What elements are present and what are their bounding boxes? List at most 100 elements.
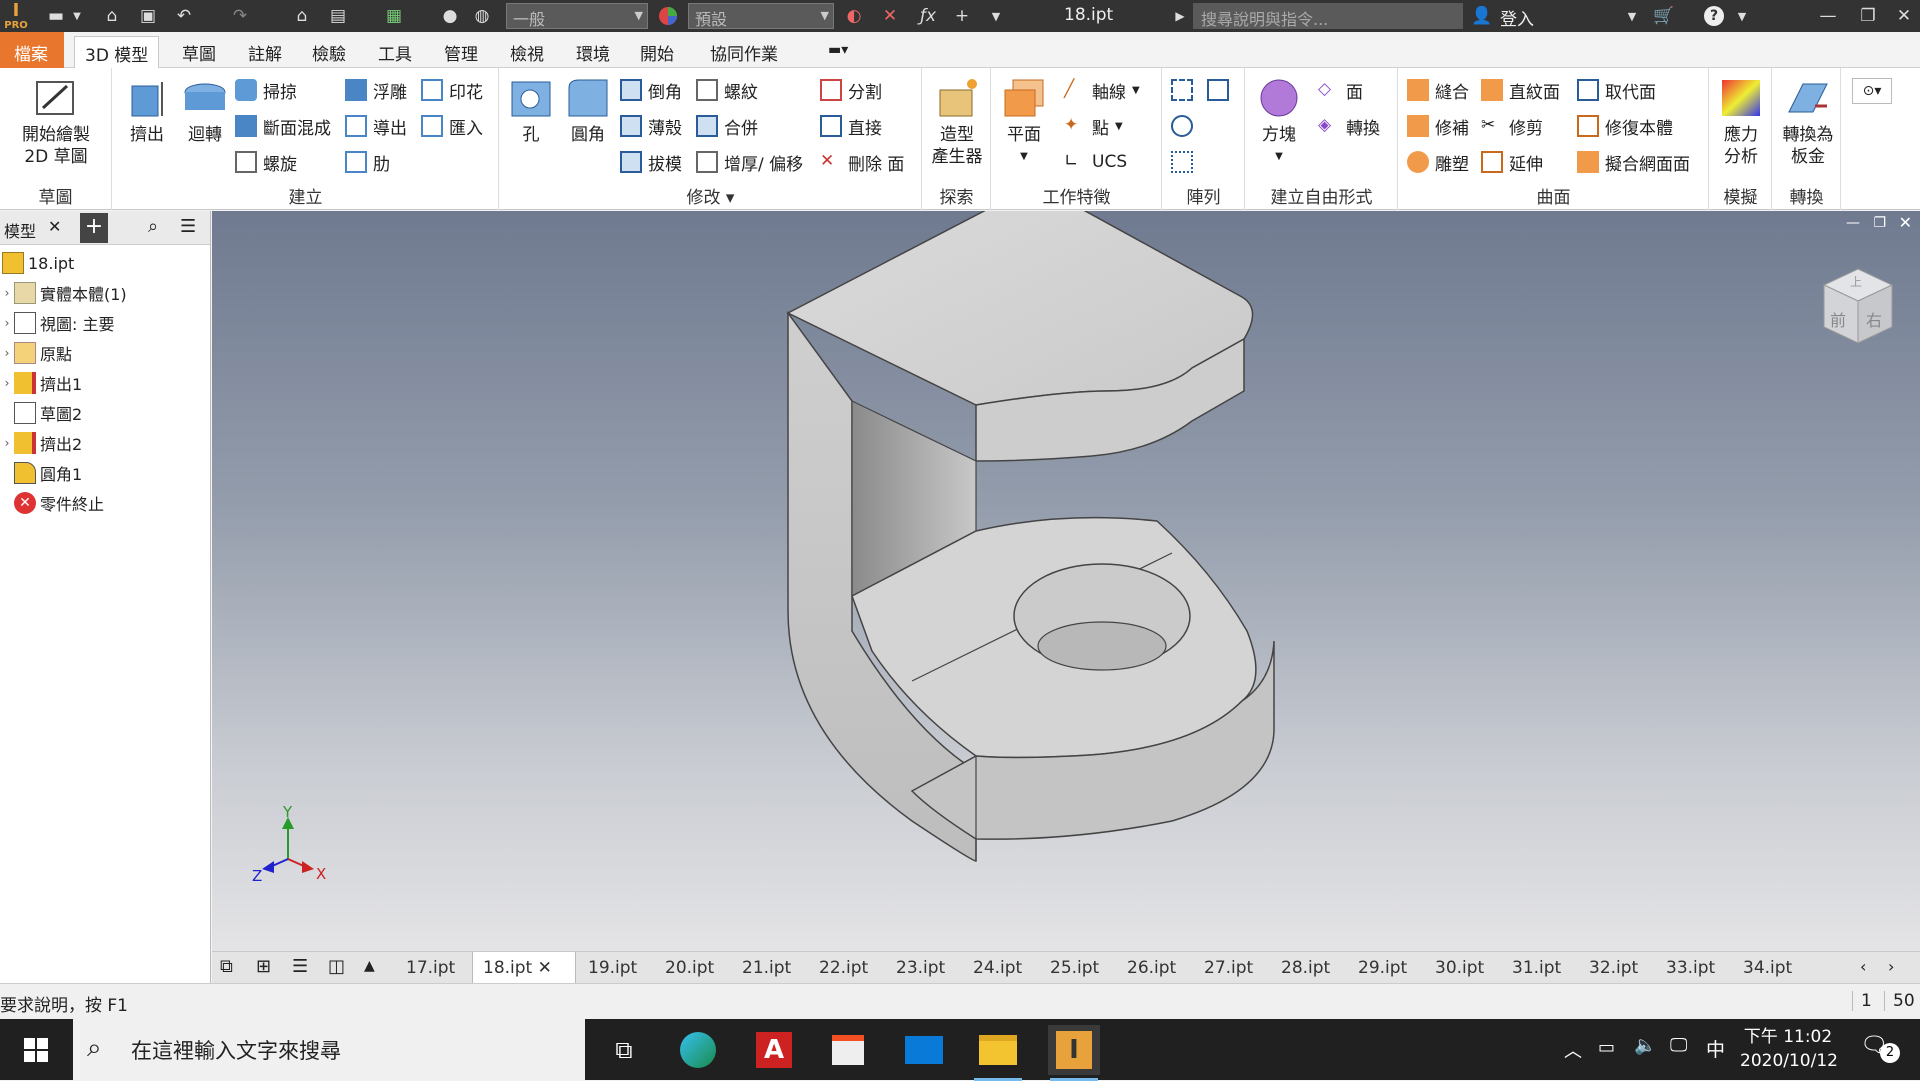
trim-button[interactable]: ✂ 修剪 — [1481, 112, 1543, 140]
mirror-button[interactable] — [1207, 76, 1229, 104]
expand-icon[interactable]: › — [0, 436, 14, 450]
tree-item-end-of-part[interactable]: ✕ 零件終止 — [0, 489, 104, 517]
sign-in-dropdown-icon[interactable]: ▼ — [1620, 4, 1644, 28]
tab-tools[interactable]: 工具 — [368, 36, 422, 68]
tree-item-extrude2[interactable]: › 擠出2 — [0, 429, 82, 457]
doc-tab-34[interactable]: 34.ipt — [1733, 952, 1802, 984]
expand-icon[interactable]: › — [0, 376, 14, 390]
close-tab-icon[interactable]: ✕ — [538, 958, 552, 978]
tree-item-fillet1[interactable]: 圓角1 — [0, 459, 82, 487]
doc-tab-24[interactable]: 24.ipt — [963, 952, 1032, 984]
add-browser-icon[interactable]: + — [80, 213, 108, 243]
tree-item-part[interactable]: 18.ipt — [2, 249, 74, 277]
point-button[interactable]: ✦ 點 ▼ — [1064, 112, 1123, 140]
tile-icon[interactable]: ⊞ — [256, 956, 271, 977]
doc-tab-20[interactable]: 20.ipt — [655, 952, 724, 984]
doc-tab-33[interactable]: 33.ipt — [1656, 952, 1725, 984]
sketch-pattern-button[interactable] — [1171, 148, 1193, 176]
expand-icon[interactable]: › — [0, 346, 14, 360]
autocad-app[interactable]: A — [748, 1025, 800, 1075]
tab-environments[interactable]: 環境 — [566, 36, 620, 68]
freeform-face-button[interactable]: ◇ 面 — [1318, 76, 1363, 104]
help-icon[interactable]: ? — [1702, 4, 1726, 28]
save-icon[interactable]: ▣ — [136, 4, 160, 28]
convert-button[interactable]: ◈ 轉換 — [1318, 112, 1380, 140]
doc-tab-27[interactable]: 27.ipt — [1194, 952, 1263, 984]
start-sketch-button[interactable]: 開始繪製 2D 草圖 — [8, 76, 104, 168]
extrude-button[interactable]: 擠出 — [119, 76, 175, 146]
shape-generator-button[interactable]: 造型 產生器 — [927, 76, 987, 168]
plus-icon[interactable]: + — [950, 4, 974, 28]
expand-icon[interactable]: › — [0, 286, 14, 300]
material-icon[interactable]: ● — [438, 4, 462, 28]
home-icon[interactable]: ⌂ — [290, 4, 314, 28]
draft-button[interactable]: 拔模 — [620, 148, 682, 176]
task-view-button[interactable]: ⧉ — [598, 1025, 650, 1075]
close-icon[interactable]: ✕ — [1892, 4, 1916, 28]
store-app[interactable] — [822, 1025, 874, 1075]
ime-indicator[interactable]: 中 — [1706, 1035, 1725, 1062]
clear-appearance-icon[interactable]: ✕ — [878, 4, 902, 28]
tab-manage[interactable]: 管理 — [434, 36, 488, 68]
tree-item-origin[interactable]: › 原點 — [0, 339, 72, 367]
close-browser-icon[interactable]: ✕ — [48, 217, 61, 236]
sweep-button[interactable]: 掃掠 — [235, 76, 297, 104]
part-model[interactable] — [212, 211, 1920, 951]
cascade-icon[interactable]: ⧉ — [220, 956, 233, 977]
doc-tab-31[interactable]: 31.ipt — [1502, 952, 1571, 984]
project-icon[interactable]: ▤ — [326, 4, 350, 28]
fillet-button[interactable]: 圓角 — [560, 76, 616, 146]
convert-to-sheet-metal-button[interactable]: 轉換為 板金 — [1777, 76, 1839, 168]
sign-in-link[interactable]: 登入 — [1500, 5, 1534, 30]
volume-icon[interactable]: 🔈 — [1634, 1035, 1656, 1056]
direct-button[interactable]: 直接 — [820, 112, 882, 140]
stress-analysis-button[interactable]: 應力 分析 — [1714, 76, 1768, 168]
undo-icon[interactable]: ↶ — [172, 4, 196, 28]
network-icon[interactable]: 🖵 — [1670, 1035, 1687, 1056]
select-icon[interactable]: ▦ — [382, 4, 406, 28]
open-icon[interactable]: ⌂ — [100, 4, 124, 28]
hole-button[interactable]: 孔 — [504, 76, 558, 146]
stitch-button[interactable]: 縫合 — [1407, 76, 1469, 104]
scroll-tabs-right-icon[interactable]: › — [1888, 957, 1894, 976]
search-expand-icon[interactable]: ▶ — [1168, 4, 1192, 28]
tab-get-started[interactable]: 開始 — [630, 36, 684, 68]
circular-pattern-button[interactable] — [1171, 112, 1193, 140]
tile-horizontal-icon[interactable]: ☰ — [292, 956, 308, 977]
tab-collaborate[interactable]: 協同作業 — [700, 36, 788, 68]
notification-center-button[interactable]: 🗨 2 — [1860, 1033, 1900, 1067]
minimize-icon[interactable]: — — [1816, 4, 1840, 28]
appearance-combo[interactable]: 預設 ▼ — [688, 3, 834, 29]
tab-inspect[interactable]: 檢驗 — [302, 36, 356, 68]
shell-button[interactable]: 薄殼 — [620, 112, 682, 140]
tab-view[interactable]: 檢視 — [500, 36, 554, 68]
ruled-surface-button[interactable]: 直紋面 — [1481, 76, 1560, 104]
clock[interactable]: 下午 11:02 2020/10/12 — [1740, 1025, 1838, 1073]
box-button[interactable]: 方塊 ▼ — [1250, 76, 1308, 168]
rectangular-pattern-button[interactable] — [1171, 76, 1193, 104]
axis-button[interactable]: ╱ 軸線 ▼ — [1064, 76, 1140, 104]
doc-tab-23[interactable]: 23.ipt — [886, 952, 955, 984]
edge-app[interactable] — [672, 1025, 724, 1075]
doc-tab-19[interactable]: 19.ipt — [578, 952, 647, 984]
doc-tab-17[interactable]: 17.ipt — [396, 952, 465, 984]
browser-tab-model[interactable]: 模型 — [4, 218, 36, 242]
derive-button[interactable]: 導出 — [345, 112, 407, 140]
view-cube[interactable]: 前 右 上 — [1820, 267, 1896, 347]
chamfer-button[interactable]: 倒角 — [620, 76, 682, 104]
rib-button[interactable]: 肋 — [345, 148, 390, 176]
combine-button[interactable]: 合併 — [696, 112, 758, 140]
replace-face-button[interactable]: 取代面 — [1577, 76, 1656, 104]
inventor-app[interactable]: I — [1048, 1025, 1100, 1081]
loft-button[interactable]: 斷面混成 — [235, 112, 331, 140]
split-button[interactable]: 分割 — [820, 76, 882, 104]
tab-3d-model[interactable]: 3D 模型 — [74, 36, 160, 68]
mail-app[interactable] — [898, 1025, 950, 1075]
box-dropdown-icon[interactable]: ▼ — [1250, 146, 1308, 168]
taskbar-search-input[interactable]: ⌕ 在這裡輸入文字來搜尋 — [73, 1019, 585, 1080]
tree-item-solid-bodies[interactable]: › 實體本體(1) — [0, 279, 127, 307]
thread-button[interactable]: 螺紋 — [696, 76, 758, 104]
file-explorer-app[interactable] — [972, 1025, 1024, 1081]
viewcube-top-label[interactable]: 上 — [1850, 273, 1862, 290]
new-dropdown-icon[interactable]: ▼ — [70, 4, 84, 28]
